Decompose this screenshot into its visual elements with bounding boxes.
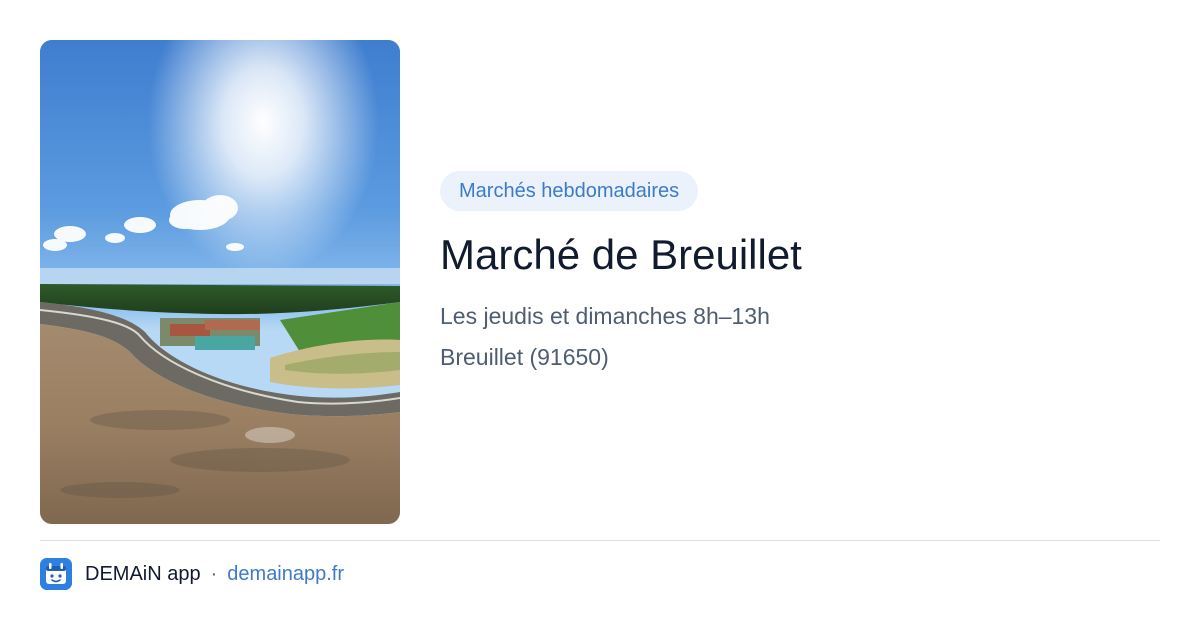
footer-divider — [40, 540, 1160, 541]
site-link[interactable]: demainapp.fr — [227, 563, 344, 586]
footer-separator: · — [210, 562, 218, 585]
aerial-panorama-image — [40, 40, 400, 524]
market-title: Marché de Breuillet — [440, 231, 802, 278]
market-details: Marchés hebdomadaires Marché de Breuille… — [440, 171, 1160, 371]
market-photo — [40, 40, 400, 524]
schedule-text: Les jeudis et dimanches 8h–13h — [440, 303, 770, 330]
footer: DEMAiN app · demainapp.fr — [40, 558, 344, 590]
app-name: DEMAiN app — [85, 562, 201, 585]
category-badge[interactable]: Marchés hebdomadaires — [440, 171, 699, 211]
location-text: Breuillet (91650) — [440, 344, 609, 371]
demain-app-icon — [40, 558, 72, 590]
